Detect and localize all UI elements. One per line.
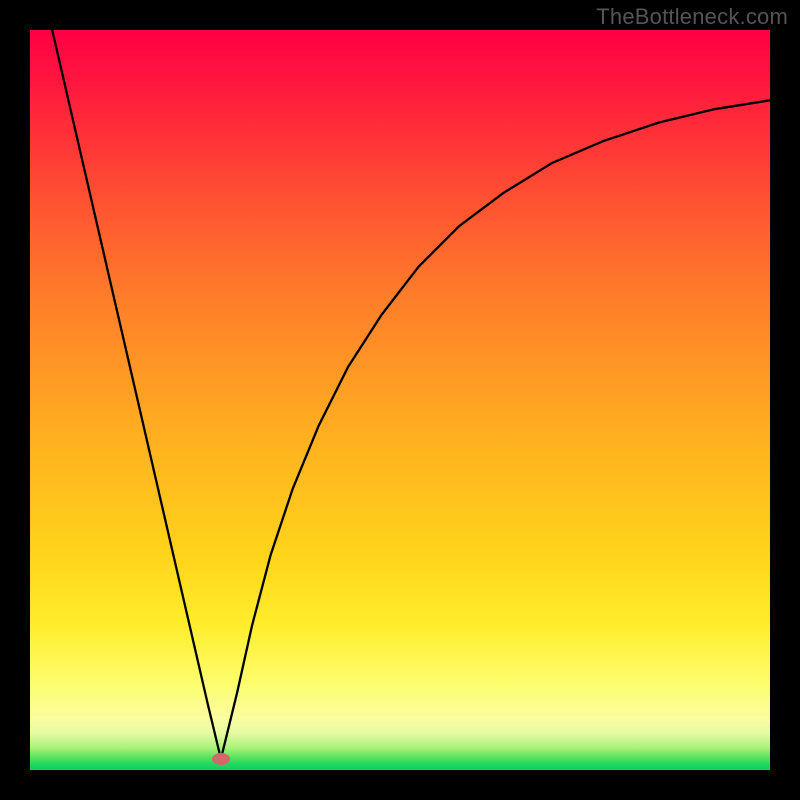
curve-path: [52, 30, 770, 759]
plot-area: [30, 30, 770, 770]
watermark-text: TheBottleneck.com: [596, 4, 788, 30]
bottleneck-curve: [30, 30, 770, 770]
chart-canvas: TheBottleneck.com: [0, 0, 800, 800]
minimum-marker-icon: [212, 753, 230, 765]
